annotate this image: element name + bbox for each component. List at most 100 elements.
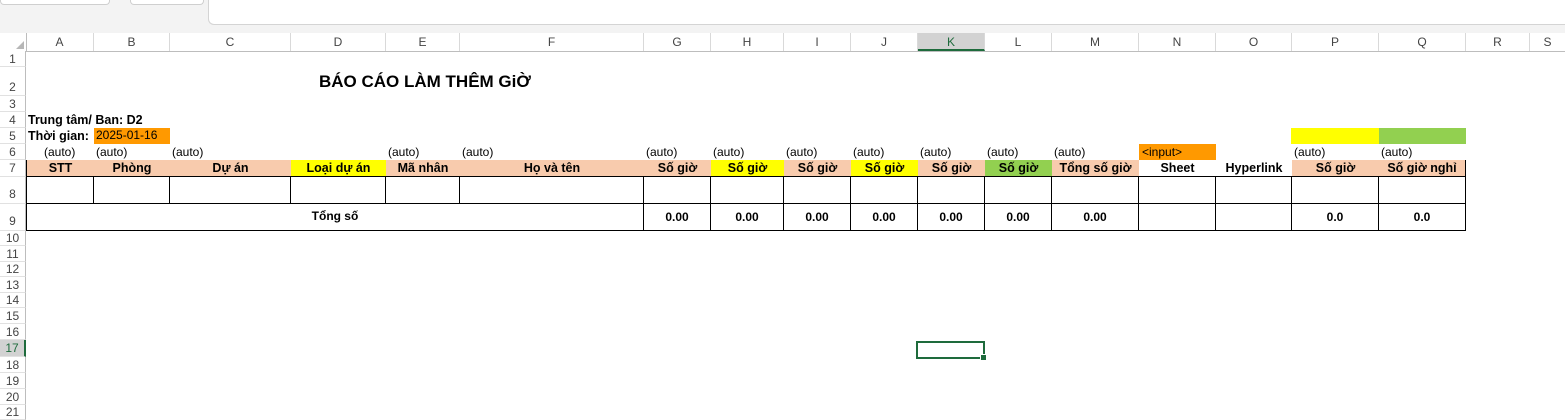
column-header-b[interactable]: B <box>94 33 170 51</box>
row-header-2[interactable]: 2 <box>0 67 26 96</box>
row-header-7[interactable]: 7 <box>0 160 26 177</box>
header-sheet: Sheet <box>1139 160 1216 177</box>
data-cell-n8[interactable] <box>1139 177 1216 204</box>
header-loai-du-an: Loại dự án <box>291 160 386 177</box>
row-header-12[interactable]: 12 <box>0 262 26 277</box>
row-header-20[interactable]: 20 <box>0 389 26 405</box>
data-cell-b8[interactable] <box>94 177 170 204</box>
column-header-d[interactable]: D <box>291 33 386 51</box>
header-phong: Phòng <box>94 160 170 177</box>
row-header-8[interactable]: 8 <box>0 177 26 204</box>
total-k: 0.00 <box>918 204 985 231</box>
data-cell-q8[interactable] <box>1379 177 1466 204</box>
row-header-14[interactable]: 14 <box>0 293 26 308</box>
center-label: Trung tâm/ Ban: D2 <box>28 113 143 127</box>
auto-label-b: (auto) <box>96 145 128 159</box>
row-header-21[interactable]: 21 <box>0 405 26 420</box>
auto-label-j: (auto) <box>853 145 885 159</box>
column-header-o[interactable]: O <box>1216 33 1292 51</box>
total-g: 0.00 <box>644 204 711 231</box>
data-cell-l8[interactable] <box>985 177 1052 204</box>
row-header-6[interactable]: 6 <box>0 144 26 160</box>
header-so-gio-p: Số giờ <box>1292 160 1379 177</box>
auto-label-f: (auto) <box>462 145 494 159</box>
data-cell-k8[interactable] <box>918 177 985 204</box>
column-header-r[interactable]: R <box>1466 33 1530 51</box>
header-du-an: Dự án <box>170 160 291 177</box>
row-header-17[interactable]: 17 <box>0 340 26 357</box>
header-so-gio-j: Số giờ <box>851 160 918 177</box>
row-header-11[interactable]: 11 <box>0 246 26 262</box>
column-header-i[interactable]: I <box>784 33 851 51</box>
select-all-button[interactable] <box>0 33 27 52</box>
column-header-q[interactable]: Q <box>1379 33 1466 51</box>
row-header-16[interactable]: 16 <box>0 324 26 340</box>
total-l: 0.00 <box>985 204 1052 231</box>
time-label: Thời gian: <box>28 129 89 143</box>
total-h: 0.00 <box>711 204 784 231</box>
name-box[interactable] <box>0 0 110 5</box>
active-cell-selection[interactable] <box>916 341 987 361</box>
header-so-gio-k: Số giờ <box>918 160 985 177</box>
data-cell-o8[interactable] <box>1216 177 1292 204</box>
row-header-19[interactable]: 19 <box>0 373 26 389</box>
column-header-h[interactable]: H <box>711 33 784 51</box>
row-header-3[interactable]: 3 <box>0 96 26 112</box>
auto-label-k: (auto) <box>920 145 952 159</box>
header-so-gio-i: Số giờ <box>784 160 851 177</box>
data-cell-j8[interactable] <box>851 177 918 204</box>
column-header-f[interactable]: F <box>460 33 644 51</box>
row-header-5[interactable]: 5 <box>0 128 26 144</box>
data-cell-g8[interactable] <box>644 177 711 204</box>
column-header-l[interactable]: L <box>985 33 1052 51</box>
column-header-c[interactable]: C <box>170 33 291 51</box>
yellow-fill-cell[interactable] <box>1291 128 1379 144</box>
column-header-j[interactable]: J <box>851 33 918 51</box>
header-ho-va-ten: Họ và tên <box>460 160 644 177</box>
data-cell-d8[interactable] <box>291 177 386 204</box>
data-cell-i8[interactable] <box>784 177 851 204</box>
green-fill-cell[interactable] <box>1379 128 1466 144</box>
column-header-p[interactable]: P <box>1292 33 1379 51</box>
column-header-a[interactable]: A <box>26 33 94 51</box>
total-o[interactable] <box>1216 204 1292 231</box>
row-header-13[interactable]: 13 <box>0 277 26 293</box>
column-header-e[interactable]: E <box>386 33 460 51</box>
formula-controls[interactable] <box>130 0 204 5</box>
header-so-gio-g: Số giờ <box>644 160 711 177</box>
row-header-15[interactable]: 15 <box>0 308 26 324</box>
row-header-18[interactable]: 18 <box>0 357 26 373</box>
total-label: Tổng số <box>26 204 644 231</box>
total-i: 0.00 <box>784 204 851 231</box>
data-cell-f8[interactable] <box>460 177 644 204</box>
data-cell-a8[interactable] <box>26 177 94 204</box>
time-value-cell[interactable]: 2025-01-16 <box>94 128 170 144</box>
data-cell-e8[interactable] <box>386 177 460 204</box>
row-header-1[interactable]: 1 <box>0 51 26 67</box>
column-header-g[interactable]: G <box>644 33 711 51</box>
column-header-k[interactable]: K <box>918 33 985 51</box>
data-cell-m8[interactable] <box>1052 177 1139 204</box>
data-cell-p8[interactable] <box>1292 177 1379 204</box>
total-j: 0.00 <box>851 204 918 231</box>
total-q: 0.0 <box>1379 204 1466 231</box>
header-so-gio-nghi: Số giờ nghỉ <box>1379 160 1466 177</box>
data-cell-h8[interactable] <box>711 177 784 204</box>
row-header-10[interactable]: 10 <box>0 231 26 246</box>
row-header-4[interactable]: 4 <box>0 112 26 128</box>
auto-label-p: (auto) <box>1294 145 1326 159</box>
header-so-gio-h: Số giờ <box>711 160 784 177</box>
row-header-9[interactable]: 9 <box>0 204 26 231</box>
total-n[interactable] <box>1139 204 1216 231</box>
auto-label-h: (auto) <box>713 145 745 159</box>
column-header-s[interactable]: S <box>1530 33 1565 51</box>
data-cell-c8[interactable] <box>170 177 291 204</box>
auto-label-e: (auto) <box>388 145 420 159</box>
formula-bar[interactable] <box>208 0 1565 25</box>
column-header-n[interactable]: N <box>1139 33 1216 51</box>
auto-label-l: (auto) <box>987 145 1019 159</box>
column-header-m[interactable]: M <box>1052 33 1139 51</box>
auto-label-i: (auto) <box>786 145 818 159</box>
input-marker-cell[interactable]: <input> <box>1139 144 1216 160</box>
auto-label-c: (auto) <box>172 145 204 159</box>
